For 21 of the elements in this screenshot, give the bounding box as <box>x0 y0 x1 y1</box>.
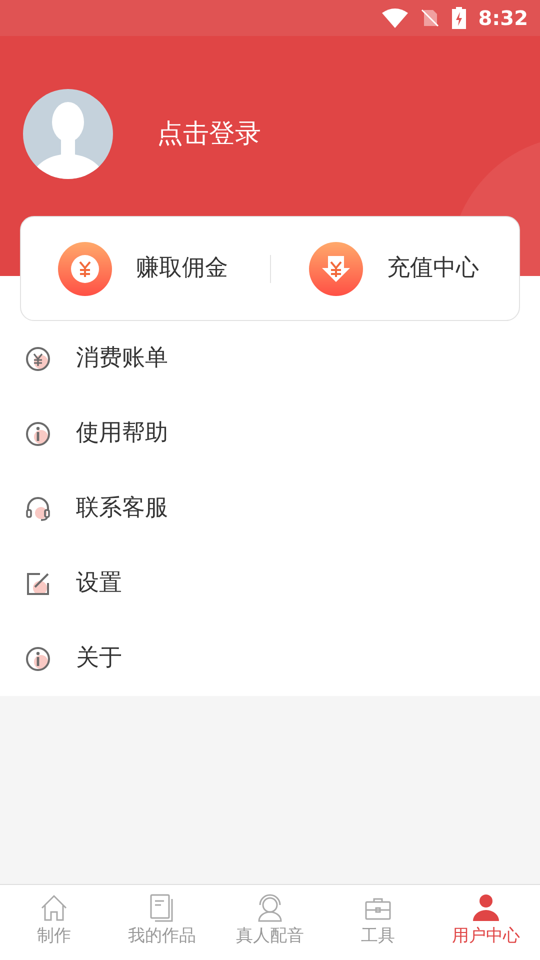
battery-charging-icon <box>452 7 466 29</box>
menu-item[interactable]: 设置 <box>0 546 540 621</box>
quick-action[interactable]: 赚取佣金 <box>21 242 270 296</box>
login-prompt[interactable]: 点击登录 <box>157 115 261 154</box>
menu-item[interactable]: 联系客服 <box>0 471 540 546</box>
info-icon <box>24 420 52 448</box>
yuan-icon <box>24 344 52 372</box>
download-yuan-icon <box>309 242 363 296</box>
menu-item[interactable]: 使用帮助 <box>0 396 540 471</box>
coin-icon <box>58 242 112 296</box>
info-icon <box>24 644 52 672</box>
wifi-icon <box>382 8 408 28</box>
no-sim-icon <box>420 8 440 28</box>
menu-item[interactable]: 消费账单 <box>0 321 540 396</box>
nav-tab[interactable]: 用户中心 <box>432 885 540 960</box>
user-icon <box>471 893 501 923</box>
quick-action[interactable]: 充值中心 <box>271 242 519 296</box>
clock-time: 8:32 <box>478 5 528 32</box>
headset-icon <box>24 494 52 522</box>
home-icon <box>39 893 69 923</box>
menu-item[interactable]: 关于 <box>0 621 540 696</box>
